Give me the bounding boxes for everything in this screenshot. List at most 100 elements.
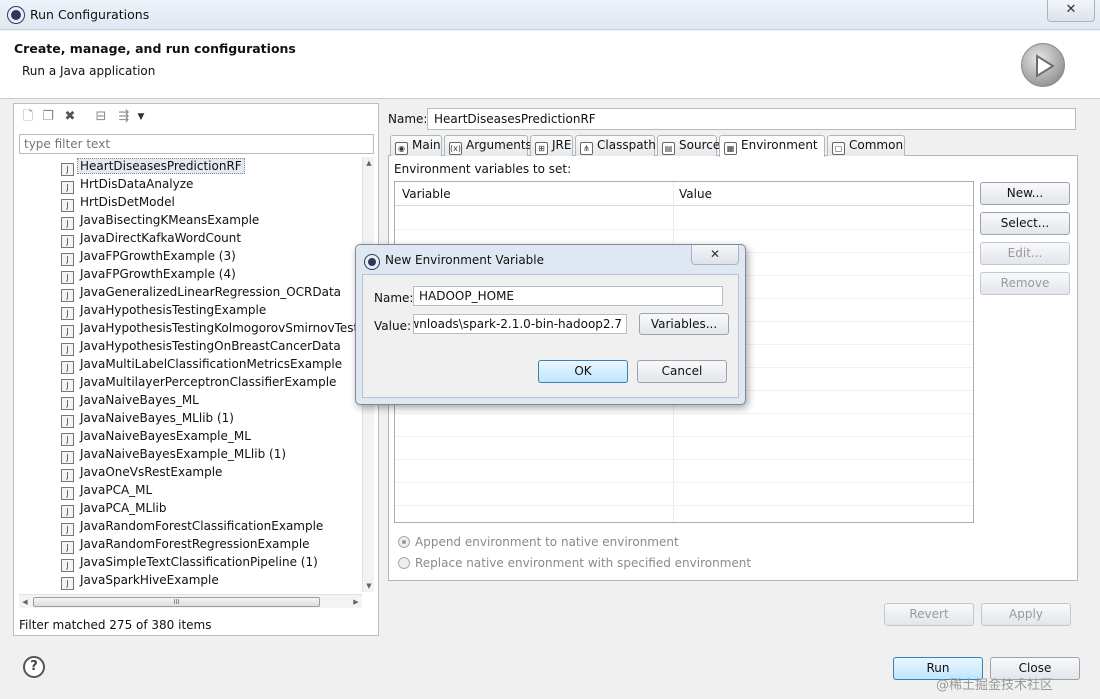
- environment-icon: ▦: [724, 142, 737, 155]
- duplicate-icon[interactable]: ❐: [40, 109, 56, 125]
- append-radio[interactable]: [398, 536, 410, 548]
- tab-main[interactable]: ◉ Main: [390, 135, 442, 156]
- java-app-icon: J: [61, 577, 74, 590]
- scroll-thumb[interactable]: III: [33, 597, 320, 607]
- tree-item[interactable]: J JavaSparkHiveExample: [61, 571, 219, 590]
- title-bar: [0, 0, 1100, 30]
- tree-item[interactable]: J JavaNaiveBayesExample_MLlib (1): [61, 445, 286, 464]
- tree-item-label: JavaHypothesisTestingOnBreastCancerData: [80, 339, 341, 353]
- tree-item[interactable]: J JavaDirectKafkaWordCount: [61, 229, 242, 248]
- configurations-panel: 🗋 ❐ ✖ ⊟ ⇶ ▼ JHeartDiseasesPredictionRFJH…: [13, 103, 379, 636]
- tab-label: Main: [412, 138, 441, 152]
- chevron-down-icon[interactable]: ▼: [133, 109, 149, 125]
- tree-item[interactable]: J JavaSimpleTextClassificationPipeline (1…: [61, 553, 318, 572]
- filter-icon[interactable]: ⇶: [116, 109, 132, 125]
- tree-item[interactable]: J JavaBisectingKMeansExample: [61, 211, 259, 230]
- table-row-divider: [395, 459, 973, 460]
- tab-jre[interactable]: ⊞ JRE: [530, 135, 573, 156]
- tree-item[interactable]: J HeartDiseasesPredictionRF: [61, 157, 245, 176]
- cancel-button[interactable]: Cancel: [637, 360, 727, 383]
- tree-item[interactable]: J JavaNaiveBayes_MLlib (1): [61, 409, 234, 428]
- tab-label: Source: [679, 138, 721, 152]
- column-header-value[interactable]: Value: [679, 187, 712, 201]
- config-name-input[interactable]: HeartDiseasesPredictionRF: [427, 108, 1076, 130]
- new-button[interactable]: New...: [980, 182, 1070, 205]
- tree-item[interactable]: J JavaFPGrowthExample (3): [61, 247, 236, 266]
- tab-arguments[interactable]: (x) Arguments: [444, 135, 532, 156]
- replace-radio[interactable]: [398, 557, 410, 569]
- delete-icon[interactable]: ✖: [62, 109, 78, 125]
- header-banner: Create, manage, and run configurations R…: [0, 31, 1100, 99]
- tree-item-label: HrtDisDetModel: [80, 195, 175, 209]
- scroll-down-icon[interactable]: ▼: [363, 580, 375, 592]
- help-icon[interactable]: ?: [23, 656, 45, 678]
- replace-label: Replace native environment with specifie…: [415, 556, 752, 570]
- filter-input[interactable]: [19, 134, 374, 154]
- window-close-button[interactable]: ✕: [1047, 0, 1095, 22]
- tree-item-label: JavaSparkHiveExample: [80, 573, 219, 587]
- tab-classpath[interactable]: ⋔ Classpath: [575, 135, 656, 156]
- tree-item[interactable]: J HrtDisDetModel: [61, 193, 175, 212]
- configuration-tree: J HeartDiseasesPredictionRF J HrtDisDataAna…: [19, 157, 362, 592]
- tab-environment[interactable]: ▦ Environment: [719, 135, 825, 157]
- revert-button[interactable]: Revert: [884, 603, 974, 626]
- tab-source[interactable]: ▤ Source: [657, 135, 721, 156]
- apply-button[interactable]: Apply: [981, 603, 1071, 626]
- tree-item[interactable]: J JavaNaiveBayes_ML: [61, 391, 199, 410]
- config-tabs: ◉ Main (x) Arguments ⊞ JRE ⋔ Classpath ▤ Source ▦ E…: [388, 135, 1078, 157]
- dialog-close-button[interactable]: ✕: [691, 245, 739, 265]
- env-variables-label: Environment variables to set:: [394, 162, 572, 176]
- source-icon: ▤: [662, 142, 675, 155]
- table-row-divider: [395, 229, 973, 230]
- tree-item[interactable]: J JavaMultilayerPerceptronClassifierExamp…: [61, 373, 336, 392]
- tree-item[interactable]: J JavaGeneralizedLinearRegression_OCRData: [61, 283, 341, 302]
- tree-item[interactable]: J JavaNaiveBayesExample_ML: [61, 427, 251, 446]
- new-env-variable-dialog: New Environment Variable ✕ Name: HADOOP_…: [355, 244, 746, 405]
- tree-item-label: JavaNaiveBayesExample_ML: [80, 429, 251, 443]
- select-button[interactable]: Select...: [980, 212, 1070, 235]
- tree-item-label: JavaHypothesisTestingExample: [80, 303, 267, 317]
- remove-button[interactable]: Remove: [980, 272, 1070, 295]
- new-config-icon[interactable]: 🗋: [20, 109, 36, 125]
- variable-name-input[interactable]: HADOOP_HOME: [413, 286, 723, 306]
- tree-item[interactable]: J JavaPCA_ML: [61, 481, 153, 500]
- column-header-variable[interactable]: Variable: [402, 187, 451, 201]
- scroll-up-icon[interactable]: ▲: [363, 157, 375, 169]
- tree-item-label: JavaPCA_MLlib: [80, 501, 167, 515]
- table-row-divider: [395, 413, 973, 414]
- tree-item[interactable]: J JavaHypothesisTestingOnBreastCancerData: [61, 337, 341, 356]
- tree-item-label: JavaFPGrowthExample (4): [80, 267, 236, 281]
- variable-value-input[interactable]: Downloads\spark-2.1.0-bin-hadoop2.7: [413, 314, 627, 334]
- tree-item[interactable]: J JavaHypothesisTestingExample: [61, 301, 267, 320]
- tree-item-label: JavaHypothesisTestingKolmogorovSmirnovTe…: [80, 321, 362, 335]
- collapse-all-icon[interactable]: ⊟: [93, 109, 109, 125]
- variables-button[interactable]: Variables...: [639, 313, 729, 335]
- replace-env-option[interactable]: Replace native environment with specifie…: [398, 556, 751, 570]
- append-env-option[interactable]: Append environment to native environment: [398, 535, 679, 549]
- scroll-left-icon[interactable]: ◀: [19, 595, 31, 609]
- tree-item[interactable]: J JavaFPGrowthExample (4): [61, 265, 236, 284]
- tree-item[interactable]: J JavaHypothesisTestingKolmogorovSmirnovT…: [61, 319, 362, 338]
- tree-item[interactable]: J JavaPCA_MLlib: [61, 499, 167, 518]
- tab-label: Common: [849, 138, 904, 152]
- tree-item-label: HeartDiseasesPredictionRF: [77, 158, 245, 174]
- edit-button[interactable]: Edit...: [980, 242, 1070, 265]
- horizontal-scrollbar[interactable]: ◀ III ▶: [19, 594, 362, 608]
- ok-button[interactable]: OK: [538, 360, 628, 383]
- tree-item[interactable]: J JavaRandomForestRegressionExample: [61, 535, 310, 554]
- tree-item-label: JavaDirectKafkaWordCount: [80, 231, 242, 245]
- filter-status: Filter matched 275 of 380 items: [19, 618, 212, 632]
- tree-item[interactable]: J JavaMultiLabelClassificationMetricsExam…: [61, 355, 342, 374]
- dialog-value-label: Value:: [374, 319, 411, 333]
- tree-item[interactable]: J JavaRandomForestClassificationExample: [61, 517, 323, 536]
- tree-item[interactable]: J JavaOneVsRestExample: [61, 463, 222, 482]
- scroll-right-icon[interactable]: ▶: [350, 595, 362, 609]
- variable-value-text: Downloads\spark-2.1.0-bin-hadoop2.7: [413, 317, 622, 331]
- tree-item-label: JavaPCA_ML: [80, 483, 153, 497]
- table-row-divider: [395, 482, 973, 483]
- tab-label: Classpath: [597, 138, 656, 152]
- tab-common[interactable]: ▢ Common: [827, 135, 905, 156]
- table-header: Variable Value: [395, 182, 973, 206]
- tree-item[interactable]: J HrtDisDataAnalyze: [61, 175, 193, 194]
- watermark: @稀土掘金技术社区: [936, 678, 1054, 693]
